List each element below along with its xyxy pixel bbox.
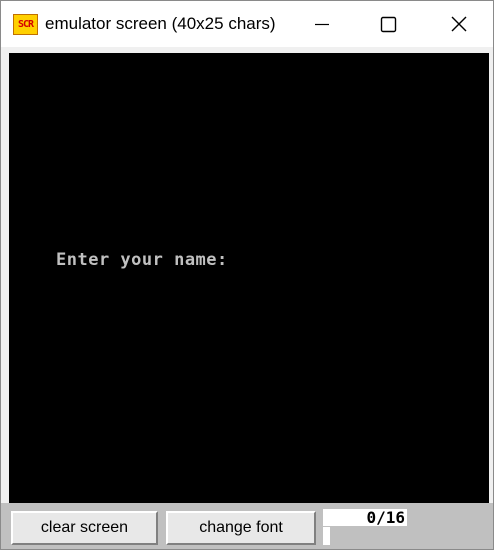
- input-length-counter: 0/16: [323, 509, 407, 526]
- screen-prompt-text: Enter your name:: [56, 250, 228, 270]
- control-bar: clear screen change font 0/16: [1, 503, 493, 549]
- emulator-window: SCR emulator screen (40x25 chars) Enter …: [0, 0, 494, 550]
- input-cursor: [323, 527, 330, 545]
- close-button[interactable]: [435, 1, 481, 47]
- maximize-icon: [380, 16, 397, 33]
- change-font-button[interactable]: change font: [166, 511, 316, 545]
- emulator-screen[interactable]: Enter your name:: [9, 53, 489, 503]
- scr-app-icon[interactable]: SCR: [13, 14, 38, 35]
- window-title: emulator screen (40x25 chars): [45, 14, 276, 33]
- maximize-button[interactable]: [365, 1, 411, 47]
- minimize-button[interactable]: [299, 1, 345, 47]
- clear-screen-button[interactable]: clear screen: [11, 511, 158, 545]
- minimize-icon: [315, 23, 329, 26]
- close-icon: [451, 16, 467, 32]
- title-bar[interactable]: SCR emulator screen (40x25 chars): [1, 1, 493, 47]
